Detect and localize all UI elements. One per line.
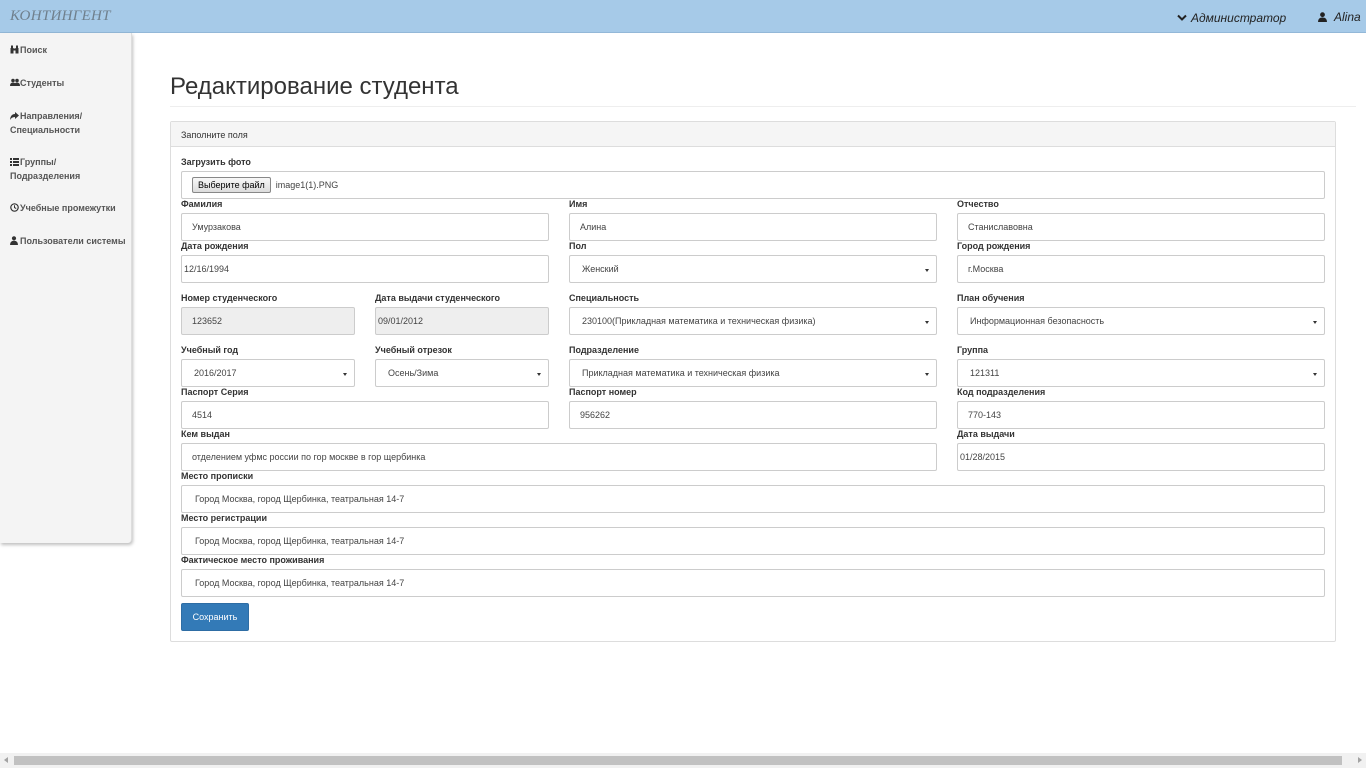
gender-select[interactable]: Женский (569, 255, 937, 283)
scroll-right-arrow-icon[interactable] (1358, 757, 1362, 763)
specialty-select[interactable]: 230100(Прикладная математика и техническ… (569, 307, 937, 335)
first-name-field[interactable]: Алина (569, 213, 937, 241)
panel-heading: Заполните поля (171, 122, 1335, 147)
brand-logo[interactable]: КОНТИНГЕНТ (10, 8, 111, 25)
division-code-label: Код подразделения (957, 387, 1046, 397)
sidebar-item-label: Поиск (20, 45, 48, 55)
term-label: Учебный отрезок (375, 345, 452, 355)
user-menu[interactable]: Alina (1318, 10, 1361, 24)
sidebar-item-label: Студенты (20, 78, 65, 88)
birth-date-field[interactable]: 12/16/1994 (181, 255, 549, 283)
save-button[interactable]: Сохранить (181, 603, 249, 631)
clock-icon (10, 203, 19, 212)
sidebar-item-periods[interactable]: Учебные промежутки (10, 202, 128, 216)
user-name: Alina (1334, 10, 1361, 24)
passport-number-label: Паспорт номер (569, 387, 637, 397)
passport-number-field[interactable]: 956262 (569, 401, 937, 429)
scrollbar-thumb[interactable] (14, 756, 1342, 765)
actual-address-label: Фактическое место проживания (181, 555, 325, 565)
users-icon (10, 78, 20, 86)
user-icon (10, 236, 18, 245)
department-label: Подразделение (569, 345, 639, 355)
birth-city-label: Город рождения (957, 241, 1031, 251)
last-name-label: Фамилия (181, 199, 223, 209)
registration-place-label: Место прописки (181, 471, 254, 481)
gender-label: Пол (569, 241, 587, 251)
birth-city-field[interactable]: г.Москва (957, 255, 1325, 283)
role-dropdown[interactable]: Администратор (1177, 11, 1286, 25)
student-id-field: 123652 (181, 307, 355, 335)
issue-date-field[interactable]: 01/28/2015 (957, 443, 1325, 471)
sidebar-item-search[interactable]: Поиск (10, 44, 128, 58)
share-arrow-icon (10, 112, 19, 120)
study-plan-label: План обучения (957, 293, 1025, 303)
passport-series-label: Паспорт Серия (181, 387, 249, 397)
division-code-field[interactable]: 770-143 (957, 401, 1325, 429)
horizontal-scrollbar[interactable] (0, 753, 1366, 768)
patronymic-label: Отчество (957, 199, 999, 209)
student-id-date-field: 09/01/2012 (375, 307, 549, 335)
last-name-field[interactable]: Умурзакова (181, 213, 549, 241)
sidebar-item-label: Учебные промежутки (20, 203, 116, 213)
sidebar-item-users[interactable]: Пользователи системы (10, 235, 128, 249)
issued-by-label: Кем выдан (181, 429, 230, 439)
sidebar-item-groups[interactable]: Группы/ Подразделения (10, 156, 128, 183)
registration-address-field[interactable]: Город Москва, город Щербинка, театральна… (181, 527, 1325, 555)
title-divider (170, 106, 1356, 107)
list-icon (10, 158, 19, 166)
registration-place-field[interactable]: Город Москва, город Щербинка, театральна… (181, 485, 1325, 513)
birth-date-label: Дата рождения (181, 241, 249, 251)
actual-address-field[interactable]: Город Москва, город Щербинка, театральна… (181, 569, 1325, 597)
choose-file-button[interactable]: Выберите файл (192, 177, 271, 193)
student-id-label: Номер студенческого (181, 293, 278, 303)
chevron-down-icon (1177, 14, 1187, 21)
sidebar-item-label: Пользователи системы (20, 236, 126, 246)
sidebar-item-directions[interactable]: Направления/ Специальности (10, 110, 128, 137)
sidebar: Поиск Студенты Направления/ Специальност… (0, 33, 132, 543)
study-plan-select[interactable]: Информационная безопасность (957, 307, 1325, 335)
specialty-label: Специальность (569, 293, 640, 303)
issued-by-field[interactable]: отделением уфмс россии по гор москве в г… (181, 443, 937, 471)
page-title: Редактирование студента (170, 73, 459, 100)
panel-heading-text: Заполните поля (181, 130, 248, 140)
first-name-label: Имя (569, 199, 588, 209)
sidebar-item-label: Группы/ Подразделения (10, 157, 81, 181)
passport-series-field[interactable]: 4514 (181, 401, 549, 429)
academic-year-select[interactable]: 2016/2017 (181, 359, 355, 387)
sidebar-item-label: Направления/ Специальности (10, 111, 83, 135)
student-id-date-label: Дата выдачи студенческого (375, 293, 501, 303)
selected-file-name: image1(1).PNG (275, 180, 339, 190)
sidebar-item-students[interactable]: Студенты (10, 77, 128, 91)
user-icon (1318, 12, 1327, 22)
group-label: Группа (957, 345, 989, 355)
top-navbar: КОНТИНГЕНТ Администратор Alina (0, 0, 1366, 33)
registration-address-label: Место регистрации (181, 513, 267, 523)
photo-file-input[interactable]: Выберите файл image1(1).PNG (181, 171, 1325, 199)
academic-year-label: Учебный год (181, 345, 239, 355)
issue-date-label: Дата выдачи (957, 429, 1015, 439)
term-select[interactable]: Осень/Зима (375, 359, 549, 387)
role-label: Администратор (1191, 11, 1287, 25)
scroll-left-arrow-icon[interactable] (4, 757, 8, 763)
group-select[interactable]: 121311 (957, 359, 1325, 387)
department-select[interactable]: Прикладная математика и техническая физи… (569, 359, 937, 387)
patronymic-field[interactable]: Станиславовна (957, 213, 1325, 241)
photo-label: Загрузить фото (181, 157, 251, 167)
binoculars-icon (10, 45, 19, 54)
